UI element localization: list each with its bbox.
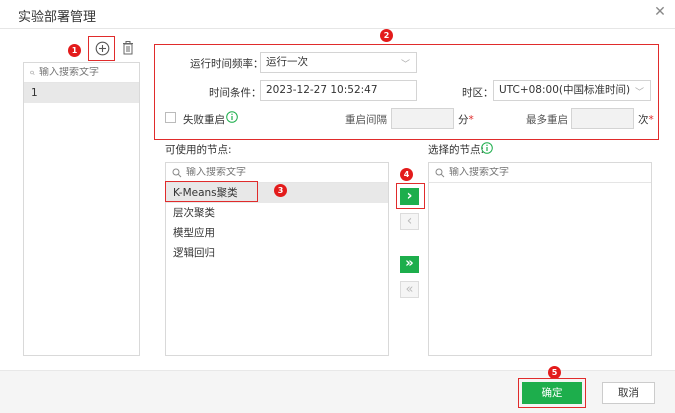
time-input[interactable]: 2023-12-27 10:52:47 bbox=[260, 80, 417, 101]
left-search-box[interactable] bbox=[24, 63, 139, 83]
annotation-box-kmeans bbox=[165, 181, 258, 202]
search-icon bbox=[435, 168, 445, 177]
frequency-select[interactable]: 运行一次 ﹀ bbox=[260, 52, 417, 73]
annotation-badge-2: 2 bbox=[380, 29, 393, 42]
interval-input[interactable] bbox=[391, 108, 454, 129]
close-icon[interactable]: ✕ bbox=[652, 4, 668, 20]
retry-checkbox[interactable] bbox=[165, 112, 176, 123]
cancel-button[interactable]: 取消 bbox=[602, 382, 655, 404]
dialog-title: 实验部署管理 bbox=[18, 10, 97, 25]
interval-unit: 分* bbox=[458, 114, 474, 126]
interval-label: 重启间隔 bbox=[345, 114, 387, 126]
timezone-value: UTC+08:00(中国标准时间) bbox=[499, 84, 631, 96]
left-search-input[interactable] bbox=[39, 67, 139, 78]
selected-search-box[interactable] bbox=[429, 163, 651, 183]
max-retry-unit: 次* bbox=[638, 114, 654, 126]
list-item[interactable]: 1 bbox=[24, 83, 139, 103]
search-icon bbox=[172, 168, 182, 177]
retry-label: 失败重启 bbox=[183, 114, 225, 126]
info-icon[interactable] bbox=[226, 111, 238, 123]
timezone-select[interactable]: UTC+08:00(中国标准时间) ﹀ bbox=[493, 80, 651, 101]
annotation-badge-4: 4 bbox=[400, 168, 413, 181]
info-icon[interactable] bbox=[481, 142, 493, 154]
move-right-button[interactable]: › bbox=[400, 188, 419, 205]
chevron-down-icon: ﹀ bbox=[634, 88, 644, 98]
available-nodes-label: 可使用的节点: bbox=[165, 144, 232, 156]
selected-nodes-label: 选择的节点: bbox=[428, 144, 485, 156]
chevron-down-icon: ﹀ bbox=[400, 60, 410, 70]
selected-search-input[interactable] bbox=[449, 167, 549, 178]
frequency-value: 运行一次 bbox=[266, 56, 308, 68]
max-retry-input[interactable] bbox=[571, 108, 634, 129]
move-all-left-button[interactable]: « bbox=[400, 281, 419, 298]
frequency-label: 运行时间频率： bbox=[190, 58, 264, 70]
experiment-list-panel: 1 bbox=[23, 62, 140, 356]
available-search-input[interactable] bbox=[186, 167, 286, 178]
list-item[interactable]: 层次聚类 bbox=[166, 203, 388, 223]
search-icon bbox=[30, 70, 35, 75]
move-left-button[interactable]: ‹ bbox=[400, 213, 419, 230]
header-divider bbox=[0, 28, 675, 29]
selected-nodes-panel bbox=[428, 162, 652, 356]
move-all-right-button[interactable]: » bbox=[400, 256, 419, 273]
annotation-badge-1: 1 bbox=[68, 44, 81, 57]
delete-icon[interactable] bbox=[122, 41, 134, 55]
add-icon[interactable] bbox=[95, 41, 110, 56]
time-label: 时间条件： bbox=[209, 87, 262, 99]
ok-button[interactable]: 确定 bbox=[522, 382, 582, 404]
timezone-label: 时区： bbox=[462, 87, 494, 99]
time-value: 2023-12-27 10:52:47 bbox=[266, 84, 378, 96]
max-retry-label: 最多重启 bbox=[526, 114, 568, 126]
available-search-box[interactable] bbox=[166, 163, 388, 183]
list-item[interactable]: 模型应用 bbox=[166, 223, 388, 243]
annotation-badge-3: 3 bbox=[274, 184, 287, 197]
list-item[interactable]: 逻辑回归 bbox=[166, 243, 388, 263]
